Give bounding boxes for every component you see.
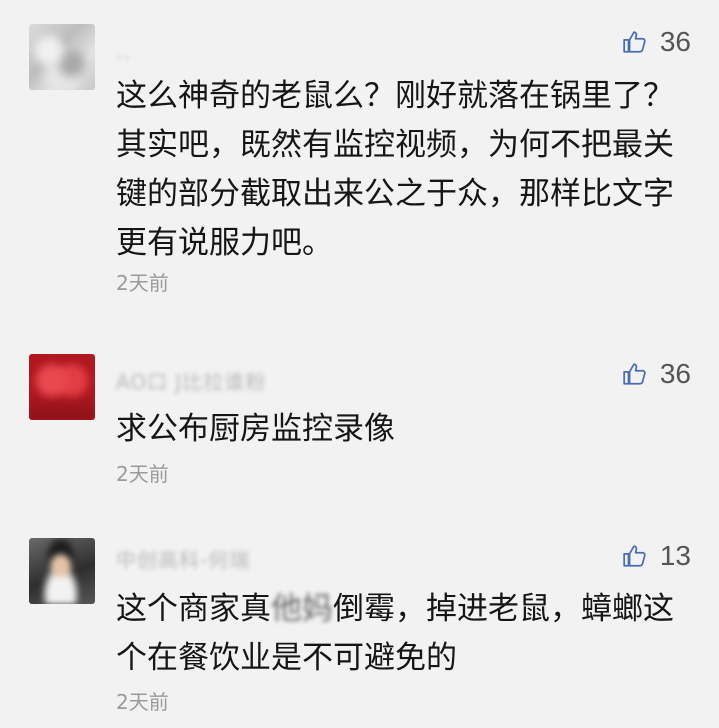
comment-time: 2天前 [116,271,169,295]
like-count: 36 [659,26,691,57]
avatar[interactable] [29,354,95,420]
nickname[interactable]: 中创高科-何瑞 [116,544,250,572]
like-button[interactable]: 13 [622,538,691,574]
comment-text: 这个商家真他妈倒霉，掉进老鼠，蟑螂这个在餐饮业是不可避免的 [116,585,696,683]
thumbs-up-icon [623,31,646,53]
comment-text-part: 这个商家真 [116,591,271,627]
comment-time: 2天前 [116,462,169,486]
comment-text: 这么神奇的老鼠么？刚好就落在锅里了？其实吧，既然有监控视频，为何不把最关键的部分… [116,78,674,261]
comment-item: AO口 J比拉谁粉 36 求公布厨房监控录像 2天前 [0,330,719,500]
nickname[interactable]: AO口 J比拉谁粉 [116,366,266,394]
like-count: 36 [659,358,691,389]
comment-text: 求公布厨房监控录像 [116,411,395,447]
thumbs-up-icon [623,545,646,567]
censored-word: 他妈 [271,591,333,627]
like-button[interactable]: 36 [622,356,691,392]
thumbs-up-icon [623,363,646,385]
nickname[interactable]: .. [116,40,131,64]
comment-time: 2天前 [116,690,169,714]
avatar[interactable] [29,538,95,604]
comment-item: .. 36 这么神奇的老鼠么？刚好就落在锅里了？其实吧，既然有监控视频，为何不把… [0,0,719,310]
comment-item: 中创高科-何瑞 13 这个商家真他妈倒霉，掉进老鼠，蟑螂这个在餐饮业是不可避免的… [0,510,719,728]
like-button[interactable]: 36 [622,24,691,60]
like-count: 13 [659,540,691,571]
avatar[interactable] [29,24,95,90]
